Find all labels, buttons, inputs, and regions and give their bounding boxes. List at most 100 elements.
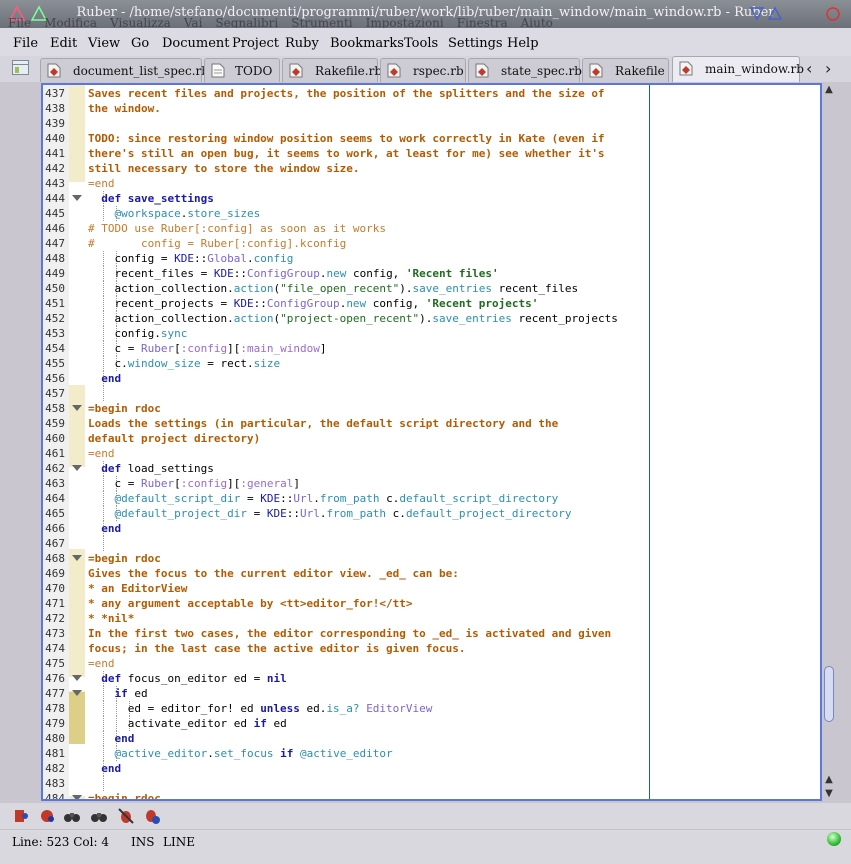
line-number: 438 <box>45 102 65 115</box>
code-line[interactable]: 482 end <box>43 761 820 776</box>
tab-state-spec-rb[interactable]: state_spec.rb <box>468 58 582 82</box>
menu-document[interactable]: Document <box>162 36 230 51</box>
code-line[interactable]: 441 there's still an open bug, it seems t… <box>43 146 820 161</box>
code-line[interactable]: 476 def focus_on_editor ed = nil <box>43 671 820 686</box>
code-line[interactable]: 481 @active_editor.set_focus if @active_… <box>43 746 820 761</box>
code-line[interactable]: 465 @default_project_dir = KDE::Url.from… <box>43 506 820 521</box>
code-line[interactable]: 446 # TODO use Ruber[:config] as soon as … <box>43 221 820 236</box>
ruby-file-icon <box>47 63 61 78</box>
menu-help[interactable]: Help <box>507 36 539 51</box>
code-line[interactable]: 444 def save_settings <box>43 191 820 206</box>
menu-settings[interactable]: Settings <box>448 36 503 51</box>
code-line[interactable]: 457 <box>43 386 820 401</box>
code-line[interactable]: 472 * *nil* <box>43 611 820 626</box>
fold-arrow-icon[interactable] <box>72 405 82 411</box>
code-text: end <box>114 732 135 745</box>
menu-project[interactable]: Project <box>232 36 279 51</box>
code-line[interactable]: 479 activate_editor ed if ed <box>43 716 820 731</box>
fold-arrow-icon[interactable] <box>72 555 82 561</box>
fold-arrow-icon[interactable] <box>72 465 82 471</box>
binoculars-icon[interactable] <box>63 807 81 825</box>
code-line[interactable]: 484 =begin rdoc <box>43 791 820 799</box>
code-line[interactable]: 473 In the first two cases, the editor co… <box>43 626 820 641</box>
line-number: 468 <box>45 552 65 565</box>
code-line[interactable]: 468 =begin rdoc <box>43 551 820 566</box>
tab-scroll-right[interactable]: › <box>825 59 831 78</box>
code-line[interactable]: 466 end <box>43 521 820 536</box>
code-line[interactable]: 453 config.sync <box>43 326 820 341</box>
code-line[interactable]: 455 c.window_size = rect.size <box>43 356 820 371</box>
bug-icon[interactable] <box>117 807 135 825</box>
code-line[interactable]: 471 * any argument acceptable by <tt>edit… <box>43 596 820 611</box>
code-line[interactable]: 483 <box>43 776 820 791</box>
code-line[interactable]: 447 # config = Ruber[:config].kconfig <box>43 236 820 251</box>
code-line[interactable]: 462 def load_settings <box>43 461 820 476</box>
code-line[interactable]: 440 TODO: since restoring window position… <box>43 131 820 146</box>
code-line[interactable]: 445 @workspace.store_sizes <box>43 206 820 221</box>
scroll-down-arrow-icon[interactable]: ▼ <box>822 787 836 801</box>
code-line[interactable]: 475 =end <box>43 656 820 671</box>
menu-edit[interactable]: Edit <box>50 36 77 51</box>
code-line[interactable]: 467 <box>43 536 820 551</box>
code-editor[interactable]: 437 Saves recent files and projects, the … <box>41 83 822 801</box>
code-line[interactable]: 437 Saves recent files and projects, the … <box>43 86 820 101</box>
code-line[interactable]: 460 default project directory) <box>43 431 820 446</box>
code-line[interactable]: 449 recent_files = KDE::ConfigGroup.new … <box>43 266 820 281</box>
code-line[interactable]: 469 Gives the focus to the current editor… <box>43 566 820 581</box>
menu-ruby[interactable]: Ruby <box>285 36 319 51</box>
code-line[interactable]: 438 the window. <box>43 101 820 116</box>
debug-icon[interactable] <box>143 807 161 825</box>
code-line[interactable]: 451 recent_projects = KDE::ConfigGroup.n… <box>43 296 820 311</box>
code-line[interactable]: 478 ed = editor_for! ed unless ed.is_a? … <box>43 701 820 716</box>
fold-arrow-icon[interactable] <box>72 195 82 201</box>
menu-file[interactable]: File <box>13 36 38 51</box>
code-line[interactable]: 448 config = KDE::Global.config <box>43 251 820 266</box>
code-line[interactable]: 443 =end <box>43 176 820 191</box>
binoculars-next-icon[interactable] <box>90 807 108 825</box>
code-line[interactable]: 452 action_collection.action("project-op… <box>43 311 820 326</box>
scroll-thumb[interactable] <box>824 666 834 722</box>
code-line[interactable]: 459 Loads the settings (in particular, th… <box>43 416 820 431</box>
maximize-icon[interactable] <box>767 6 783 20</box>
close-icon[interactable] <box>826 7 840 21</box>
fold-arrow-icon[interactable] <box>72 690 82 696</box>
code-line[interactable]: 463 c = Ruber[:config][:general] <box>43 476 820 491</box>
selection-mode[interactable]: LINE <box>163 835 195 849</box>
insert-mode[interactable]: INS <box>131 835 154 849</box>
code-line[interactable]: 439 <box>43 116 820 131</box>
scroll-up-arrow-icon[interactable]: ▲ <box>822 83 836 97</box>
code-line[interactable]: 474 focus; in the last case the active ed… <box>43 641 820 656</box>
code-line[interactable]: 442 still necessary to store the window s… <box>43 161 820 176</box>
tab-rakefile-rb[interactable]: Rakefile.rb <box>282 58 382 82</box>
menu-view[interactable]: View <box>88 36 120 51</box>
tab-main-window-rb[interactable]: main_window.rb <box>672 56 804 82</box>
tab-todo[interactable]: TODO <box>204 58 280 82</box>
tab-document-list-spec-rb[interactable]: document_list_spec.rb <box>40 58 209 82</box>
vertical-scrollbar[interactable]: ▲ ▲ ▼ <box>822 83 836 801</box>
code-line[interactable]: 456 end <box>43 371 820 386</box>
menu-tools[interactable]: Tools <box>404 36 438 51</box>
menu-go[interactable]: Go <box>131 36 149 51</box>
sidebar-toggle-icon[interactable] <box>12 60 29 75</box>
fold-arrow-icon[interactable] <box>72 795 82 799</box>
code-line[interactable]: 461 =end <box>43 446 820 461</box>
scroll-up-arrow-icon-bottom[interactable]: ▲ <box>822 773 836 787</box>
tab-bar: document_list_spec.rb TODO Rakefile.rb rspe… <box>0 56 851 82</box>
code-line[interactable]: 464 @default_script_dir = KDE::Url.from_… <box>43 491 820 506</box>
run-icon[interactable] <box>12 807 30 825</box>
code-line[interactable]: 450 action_collection.action("file_open_… <box>43 281 820 296</box>
code-line[interactable]: 470 * an EditorView <box>43 581 820 596</box>
fold-arrow-icon[interactable] <box>72 675 82 681</box>
minimize-icon[interactable] <box>749 7 765 21</box>
code-line[interactable]: 480 end <box>43 731 820 746</box>
code-line[interactable]: 477 if ed <box>43 686 820 701</box>
tab-rakefile[interactable]: Rakefile <box>582 58 669 82</box>
line-number: 460 <box>45 432 65 445</box>
menu-bookmarks[interactable]: Bookmarks <box>330 36 404 51</box>
tab-scroll-left[interactable]: ‹ <box>806 59 812 78</box>
code-line[interactable]: 458 =begin rdoc <box>43 401 820 416</box>
ruby-file-icon <box>289 63 303 78</box>
code-line[interactable]: 454 c = Ruber[:config][:main_window] <box>43 341 820 356</box>
stop-icon[interactable] <box>38 807 56 825</box>
tab-rspec-rb[interactable]: rspec.rb <box>380 58 466 82</box>
